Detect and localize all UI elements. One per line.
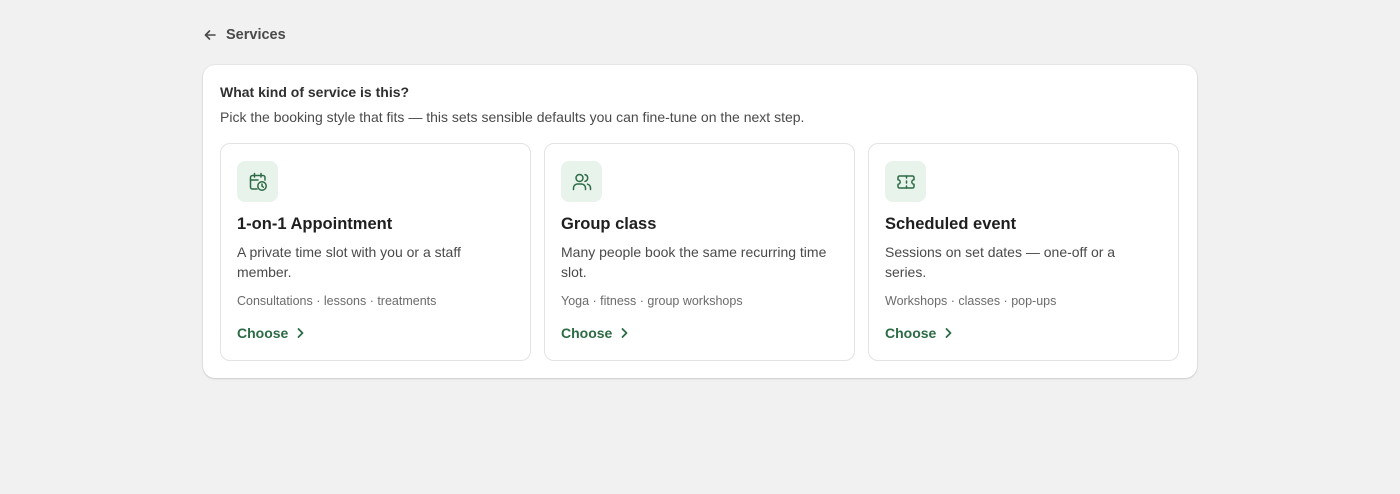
choose-label: Choose [885, 325, 937, 341]
chevron-right-icon [294, 327, 306, 339]
option-tags: Yoga · fitness · group workshops [561, 294, 743, 308]
option-appointment[interactable]: 1-on-1 Appointment A private time slot w… [220, 143, 531, 361]
option-tags: Workshops · classes · pop-ups [885, 294, 1057, 308]
option-scheduled-event[interactable]: Scheduled event Sessions on set dates — … [868, 143, 1179, 361]
option-tags: Consultations · lessons · treatments [237, 294, 437, 308]
back-to-services-link[interactable]: Services [202, 24, 286, 46]
arrow-left-icon [202, 27, 218, 43]
choose-label: Choose [561, 325, 613, 341]
option-description: Sessions on set dates — one-off or a ser… [885, 244, 1116, 280]
chevron-right-icon [618, 327, 630, 339]
users-icon [561, 161, 602, 202]
option-title: Scheduled event [885, 215, 1017, 233]
option-group-class[interactable]: Group class Many people book the same re… [544, 143, 855, 361]
service-type-options: 1-on-1 Appointment A private time slot w… [220, 143, 1179, 361]
card-title: What kind of service is this? [220, 84, 410, 100]
ticket-icon [885, 161, 926, 202]
card-subtitle: Pick the booking style that fits — this … [220, 109, 805, 125]
chevron-right-icon [942, 327, 954, 339]
option-description: Many people book the same recurring time… [561, 244, 827, 280]
option-description: A private time slot with you or a staff … [237, 244, 461, 280]
choose-label: Choose [237, 325, 289, 341]
choose-button[interactable]: Choose [561, 325, 630, 341]
option-title: Group class [561, 215, 657, 233]
choose-button[interactable]: Choose [885, 325, 954, 341]
breadcrumb-label: Services [226, 27, 286, 43]
page: Services What kind of service is this? P… [0, 0, 1400, 494]
choose-button[interactable]: Choose [237, 325, 306, 341]
service-type-card: What kind of service is this? Pick the b… [203, 65, 1197, 378]
option-title: 1-on-1 Appointment [237, 215, 393, 233]
calendar-clock-icon [237, 161, 278, 202]
